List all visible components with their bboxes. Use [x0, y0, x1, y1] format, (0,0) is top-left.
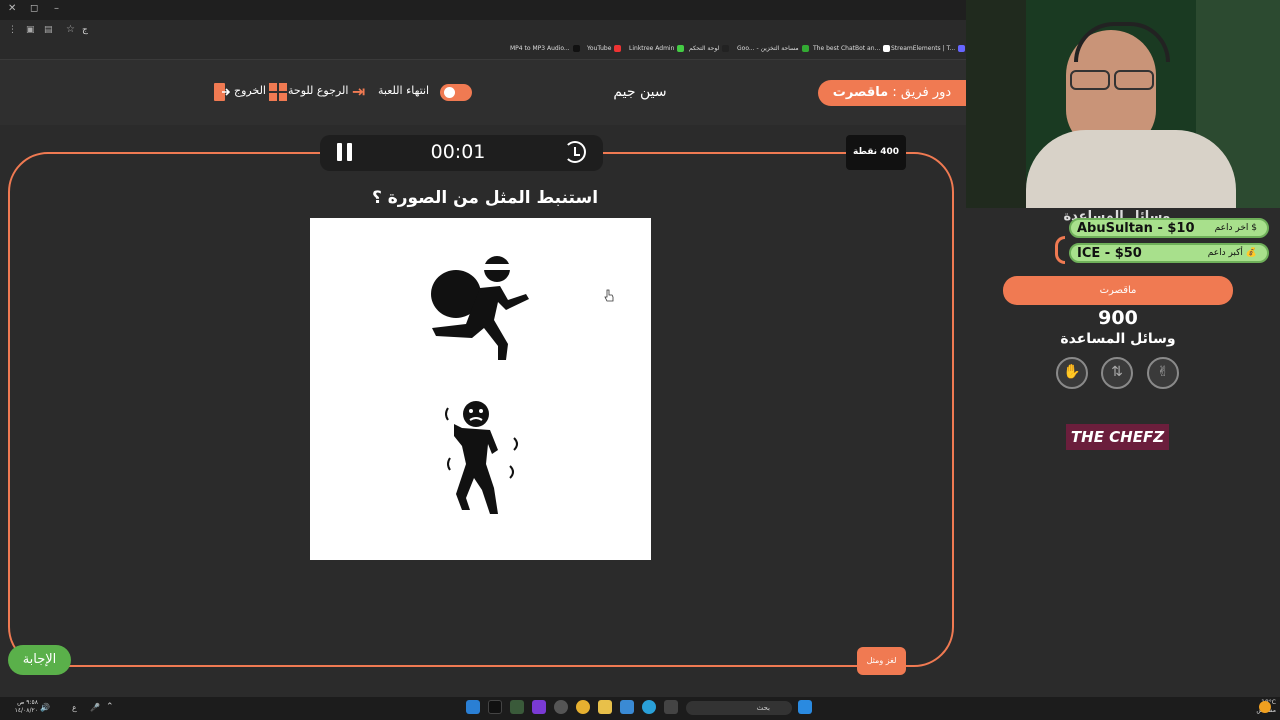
bookmark-item[interactable]: Linktree Admin [629, 45, 685, 52]
end-game-toggle[interactable] [440, 84, 472, 101]
hand-helper-icon[interactable]: ✋ [1056, 357, 1088, 389]
store-icon[interactable] [620, 700, 634, 714]
tray-chevron-icon[interactable]: ⌃ [106, 702, 114, 712]
back-to-board-button[interactable]: الرجوع للوحة [288, 84, 348, 97]
language-indicator[interactable]: ع [72, 703, 77, 712]
overlay-pill-edge [1055, 236, 1065, 264]
team-name-button[interactable]: ماقصرت [1003, 276, 1233, 305]
close-window-icon[interactable]: ✕ [8, 3, 16, 14]
webcam-overlay [966, 0, 1280, 208]
taskview-icon[interactable] [664, 700, 678, 714]
pause-icon[interactable] [337, 143, 355, 161]
exit-button[interactable]: الخروج [234, 84, 266, 97]
answer-button[interactable]: الإجابة [8, 645, 71, 675]
mic-icon[interactable]: 🎤 [90, 703, 100, 712]
app-icon[interactable] [532, 700, 546, 714]
bookmark-item[interactable]: StreamElements | T... [891, 45, 966, 52]
tiktok-icon[interactable] [488, 700, 502, 714]
weather-sun-icon [1259, 701, 1271, 713]
restore-window-icon[interactable]: ◻ [30, 3, 38, 14]
streamer-shirt [1026, 130, 1236, 208]
two-answers-helper-icon[interactable]: ✌ [1147, 357, 1179, 389]
xbox-icon[interactable] [510, 700, 524, 714]
bookmark-item[interactable]: YouTube [587, 45, 622, 52]
question-text: استنبط المثل من الصورة ؟ [371, 188, 599, 208]
sponsor-logo: THE CHEFZ [1066, 424, 1169, 450]
category-label: لغز ومثل [857, 647, 906, 675]
bookmark-item[interactable]: The best ChatBot an... [813, 45, 891, 52]
minimize-window-icon[interactable]: – [54, 3, 59, 14]
share-icon[interactable]: ▤ [44, 25, 53, 35]
edge-icon[interactable] [642, 700, 656, 714]
timer-display: 00:01 [430, 141, 486, 163]
bookmark-item[interactable]: لوحة التحكم [689, 45, 730, 52]
obs-icon[interactable] [554, 700, 568, 714]
bookmark-item[interactable]: MP4 to MP3 Audio... [510, 45, 580, 52]
swap-helper-icon[interactable]: ⇅ [1101, 357, 1133, 389]
taskbar-search[interactable]: بحث [686, 701, 792, 715]
team-score: 900 [1098, 307, 1138, 329]
exit-door-icon[interactable] [212, 83, 231, 101]
back-arrow-icon[interactable]: ⇥ [352, 82, 365, 101]
bookmarks-bar: MP4 to MP3 Audio... YouTube Linktree Adm… [0, 42, 966, 60]
top-supporter-pill: ICE - $50 💰 أكبر داعم [1069, 243, 1269, 263]
game-title: سين جيم [613, 84, 667, 100]
bookmark-item[interactable]: Goo... - مساحة التخزين [737, 45, 809, 52]
file-explorer-icon[interactable] [598, 700, 612, 714]
end-game-button[interactable]: انتهاء اللعبة [378, 84, 429, 97]
helpers-label: وسائل المساعدة [1060, 331, 1176, 347]
restart-timer-icon[interactable] [564, 141, 586, 163]
browser-titlebar: ✕ ◻ – [0, 0, 966, 20]
hand-cursor-icon [604, 288, 614, 302]
address-text[interactable]: ج [82, 25, 88, 35]
last-supporter-pill: AbuSultan - $10 $ اخر داعم [1069, 218, 1269, 238]
scared-person-pictogram [445, 401, 518, 514]
menu-icon[interactable]: ⋮ [8, 25, 17, 35]
star-icon[interactable]: ☆ [66, 24, 75, 35]
taskbar-clock: ٩:٥٨ ص ١٤/٠٨/٢٠ [14, 699, 38, 714]
chrome-icon[interactable] [576, 700, 590, 714]
taskbar [0, 697, 1280, 720]
address-bar[interactable]: ⋮ ▣ ▤ ☆ ج [0, 20, 966, 42]
team-turn-badge: دور فريق : ماقصرت [818, 80, 966, 106]
windows-start-icon[interactable] [798, 700, 812, 714]
question-image [310, 218, 651, 560]
thief-pictogram [431, 256, 529, 360]
grid-icon[interactable] [269, 83, 287, 101]
extensions-icon[interactable]: ▣ [26, 25, 35, 35]
points-badge: 400 نقطة [846, 135, 906, 170]
steam-icon[interactable] [466, 700, 480, 714]
volume-icon[interactable]: 🔊 [40, 703, 50, 712]
